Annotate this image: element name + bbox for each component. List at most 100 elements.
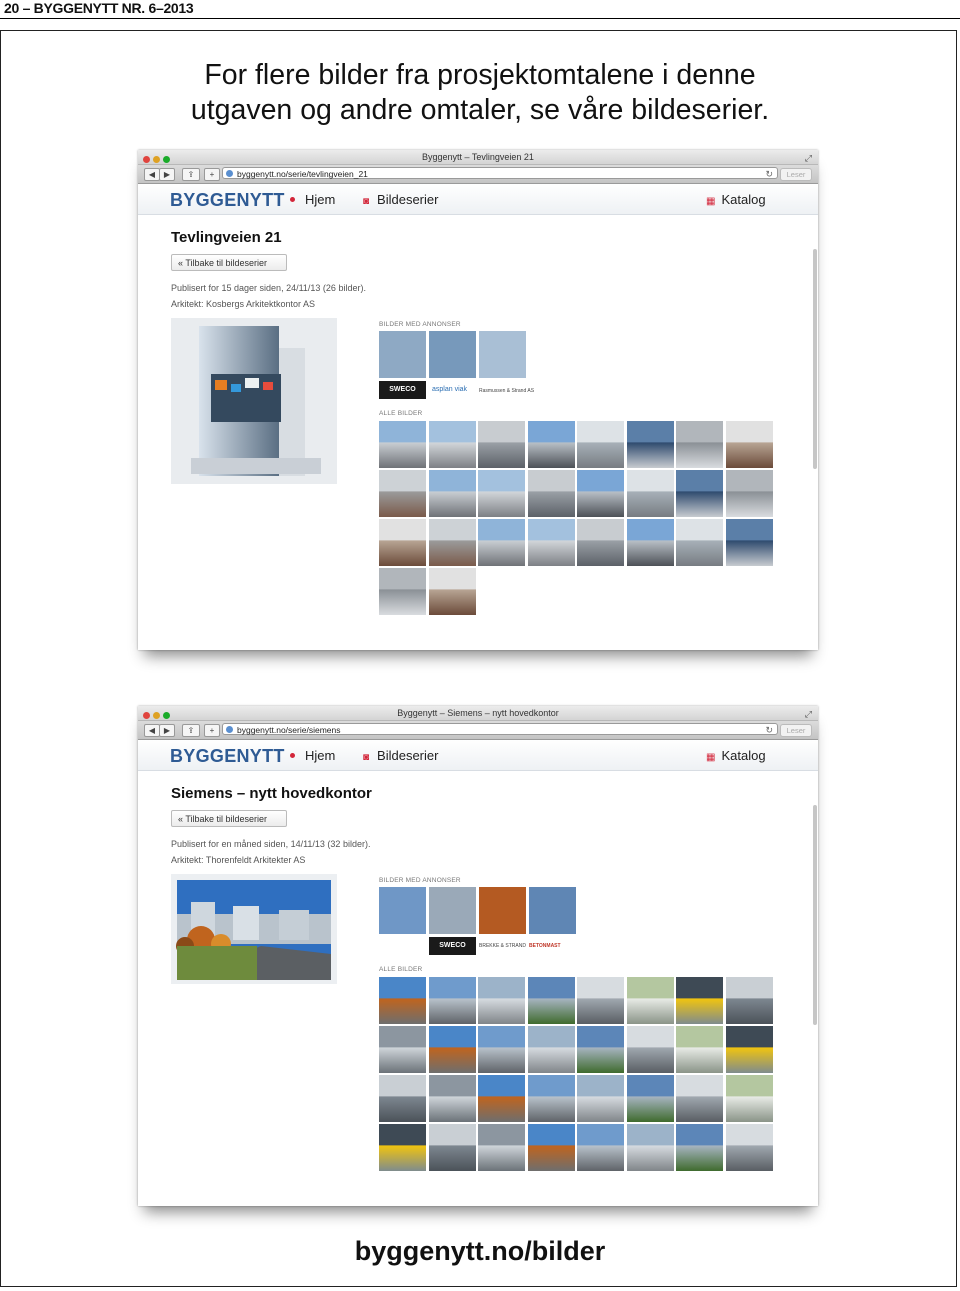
- photo-thumbnail[interactable]: [676, 1075, 723, 1122]
- photo-thumbnail[interactable]: [428, 1026, 476, 1073]
- back-to-series-button[interactable]: « Tilbake til bildeserier: [171, 810, 287, 827]
- back-arrow-icon[interactable]: ◀: [144, 724, 160, 737]
- photo-thumbnail[interactable]: [478, 1124, 525, 1171]
- photo-thumbnail[interactable]: [626, 1075, 674, 1122]
- photo-thumbnail[interactable]: [379, 1124, 426, 1171]
- reload-icon[interactable]: ↻: [765, 724, 773, 736]
- photo-thumbnail[interactable]: [428, 568, 476, 615]
- address-bar[interactable]: byggenytt.no/serie/tevlingveien_21 ↻: [222, 167, 778, 179]
- minimize-window-icon[interactable]: [153, 156, 160, 163]
- scrollbar[interactable]: [813, 249, 817, 469]
- nav-series-link[interactable]: ◙ Bildeserier: [363, 748, 438, 763]
- reader-button[interactable]: Leser: [780, 724, 812, 737]
- photo-thumbnail[interactable]: [379, 421, 426, 468]
- photo-thumbnail[interactable]: [676, 1124, 723, 1171]
- sponsor-logo-rasmussen[interactable]: Rasmussen & Strand AS: [479, 388, 534, 394]
- photo-thumbnail[interactable]: [379, 568, 426, 615]
- nav-catalog-link[interactable]: ▦ Katalog: [706, 748, 766, 763]
- close-window-icon[interactable]: [143, 712, 150, 719]
- photo-thumbnail[interactable]: [626, 1124, 674, 1171]
- fullscreen-icon[interactable]: ⤢: [805, 707, 812, 721]
- photo-thumbnail[interactable]: [577, 1124, 624, 1171]
- photo-thumbnail[interactable]: [428, 470, 476, 517]
- site-logo[interactable]: BYGGENYTT: [170, 746, 285, 767]
- photo-thumbnail[interactable]: [478, 977, 525, 1024]
- forward-arrow-icon[interactable]: ▶: [159, 724, 175, 737]
- photo-thumbnail[interactable]: [676, 977, 723, 1024]
- sponsor-logo-sweco[interactable]: SWECO: [429, 937, 476, 955]
- photo-thumbnail[interactable]: [527, 977, 575, 1024]
- photo-thumbnail[interactable]: [577, 1075, 624, 1122]
- photo-thumbnail[interactable]: [527, 519, 575, 566]
- photo-thumbnail[interactable]: [428, 519, 476, 566]
- sponsor-logo-betonmast[interactable]: BETONMAST: [529, 943, 561, 949]
- photo-thumbnail[interactable]: [577, 1026, 624, 1073]
- photo-thumbnail[interactable]: [577, 421, 624, 468]
- photo-thumbnail[interactable]: [626, 1026, 674, 1073]
- photo-thumbnail[interactable]: [725, 519, 773, 566]
- address-bar[interactable]: byggenytt.no/serie/siemens ↻: [222, 723, 778, 735]
- ad-thumbnail[interactable]: [429, 887, 476, 934]
- share-icon[interactable]: ⇪: [182, 168, 200, 181]
- sponsor-logo-asplan[interactable]: asplan viak: [432, 386, 467, 393]
- photo-thumbnail[interactable]: [379, 1075, 426, 1122]
- scrollbar[interactable]: [813, 805, 817, 1025]
- nav-series-link[interactable]: ◙ Bildeserier: [363, 192, 438, 207]
- photo-thumbnail[interactable]: [676, 519, 723, 566]
- main-photo[interactable]: [171, 318, 337, 484]
- ad-thumbnail[interactable]: [529, 887, 576, 934]
- photo-thumbnail[interactable]: [626, 977, 674, 1024]
- ad-thumbnail[interactable]: [379, 887, 426, 934]
- photo-thumbnail[interactable]: [626, 470, 674, 517]
- sponsor-logo-sweco[interactable]: SWECO: [379, 381, 426, 399]
- add-bookmark-icon[interactable]: +: [204, 168, 220, 181]
- photo-thumbnail[interactable]: [478, 421, 525, 468]
- photo-thumbnail[interactable]: [725, 421, 773, 468]
- photo-thumbnail[interactable]: [379, 977, 426, 1024]
- ad-thumbnail[interactable]: [479, 331, 526, 378]
- reader-button[interactable]: Leser: [780, 168, 812, 181]
- photo-thumbnail[interactable]: [527, 1026, 575, 1073]
- add-bookmark-icon[interactable]: +: [204, 724, 220, 737]
- zoom-window-icon[interactable]: [163, 712, 170, 719]
- photo-thumbnail[interactable]: [725, 1124, 773, 1171]
- photo-thumbnail[interactable]: [577, 977, 624, 1024]
- photo-thumbnail[interactable]: [626, 519, 674, 566]
- sponsor-logo-brekke[interactable]: BREKKE & STRAND: [479, 943, 526, 949]
- photo-thumbnail[interactable]: [676, 470, 723, 517]
- nav-home-link[interactable]: Hjem: [290, 748, 335, 763]
- photo-thumbnail[interactable]: [379, 519, 426, 566]
- photo-thumbnail[interactable]: [725, 977, 773, 1024]
- photo-thumbnail[interactable]: [676, 1026, 723, 1073]
- site-logo[interactable]: BYGGENYTT: [170, 190, 285, 211]
- photo-thumbnail[interactable]: [725, 470, 773, 517]
- photo-thumbnail[interactable]: [676, 421, 723, 468]
- nav-catalog-link[interactable]: ▦ Katalog: [706, 192, 766, 207]
- minimize-window-icon[interactable]: [153, 712, 160, 719]
- back-arrow-icon[interactable]: ◀: [144, 168, 160, 181]
- photo-thumbnail[interactable]: [725, 1026, 773, 1073]
- ad-thumbnail[interactable]: [479, 887, 526, 934]
- photo-thumbnail[interactable]: [478, 1075, 525, 1122]
- forward-arrow-icon[interactable]: ▶: [159, 168, 175, 181]
- main-photo[interactable]: [171, 874, 337, 984]
- share-icon[interactable]: ⇪: [182, 724, 200, 737]
- ad-thumbnail[interactable]: [429, 331, 476, 378]
- photo-thumbnail[interactable]: [478, 519, 525, 566]
- photo-thumbnail[interactable]: [379, 470, 426, 517]
- photo-thumbnail[interactable]: [478, 470, 525, 517]
- photo-thumbnail[interactable]: [527, 1124, 575, 1171]
- fullscreen-icon[interactable]: ⤢: [805, 151, 812, 165]
- close-window-icon[interactable]: [143, 156, 150, 163]
- photo-thumbnail[interactable]: [428, 977, 476, 1024]
- photo-thumbnail[interactable]: [577, 519, 624, 566]
- photo-thumbnail[interactable]: [527, 470, 575, 517]
- reload-icon[interactable]: ↻: [765, 168, 773, 180]
- photo-thumbnail[interactable]: [527, 421, 575, 468]
- ad-thumbnail[interactable]: [379, 331, 426, 378]
- photo-thumbnail[interactable]: [577, 470, 624, 517]
- photo-thumbnail[interactable]: [725, 1075, 773, 1122]
- photo-thumbnail[interactable]: [428, 421, 476, 468]
- nav-home-link[interactable]: Hjem: [290, 192, 335, 207]
- photo-thumbnail[interactable]: [626, 421, 674, 468]
